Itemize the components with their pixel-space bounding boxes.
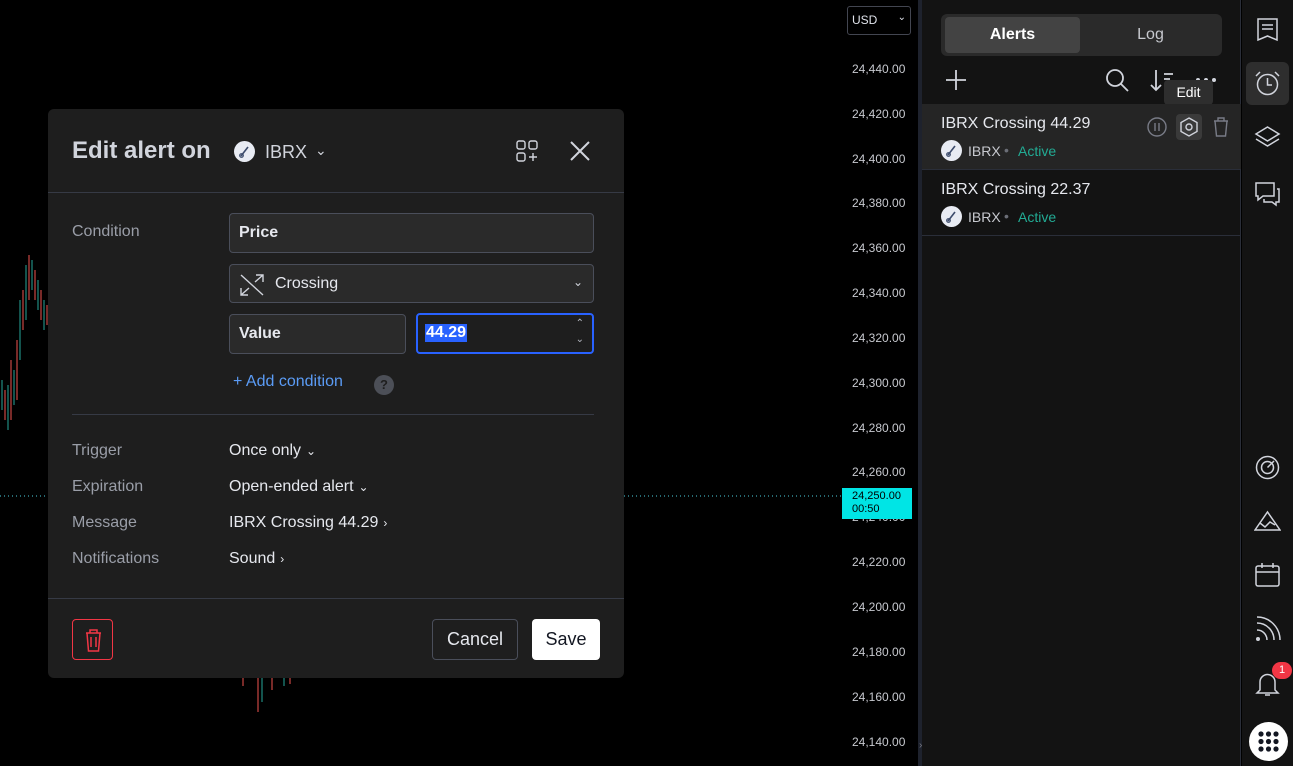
rss-icon[interactable] [1246, 608, 1289, 651]
divider [72, 414, 594, 415]
tab-log[interactable]: Log [1082, 17, 1219, 53]
dialog-title: Edit alert on [72, 137, 211, 164]
message-link[interactable]: IBRX Crossing 44.29 › [229, 514, 387, 532]
help-icon[interactable]: ? [374, 375, 394, 395]
plus-icon: + [233, 373, 243, 390]
bar-countdown: 00:50 [852, 503, 880, 515]
condition-operator-label: Crossing [275, 275, 339, 292]
price-tick: 24,180.00 [852, 645, 906, 659]
trigger-label: Trigger [72, 442, 123, 459]
notifications-value: Sound [229, 550, 276, 567]
alarm-clock-icon[interactable] [1246, 62, 1289, 105]
chevron-down-icon: ⌄ [358, 480, 369, 494]
dialog-footer: Cancel Save [48, 598, 624, 678]
trash-icon[interactable] [1208, 114, 1234, 140]
alert-symbol: IBRX [968, 209, 1001, 225]
separator-dot: • [1004, 208, 1009, 224]
alert-item[interactable]: IBRX Crossing 22.37 IBRX • Active [922, 170, 1241, 236]
layers-icon[interactable] [1246, 116, 1289, 159]
watchlist-icon[interactable] [1246, 8, 1289, 51]
symbol-logo-icon [941, 206, 962, 227]
delete-alert-button[interactable] [72, 619, 113, 660]
chevron-down-icon[interactable]: ⌄ [315, 142, 327, 159]
notifications-link[interactable]: Sound › [229, 550, 284, 568]
expiration-label: Expiration [72, 478, 144, 495]
chevron-right-icon: › [383, 516, 388, 530]
calendar-icon[interactable] [1246, 553, 1289, 596]
edit-alert-dialog: Edit alert on IBRX ⌄ Condition Price Cro… [48, 109, 624, 678]
add-condition-button[interactable]: + Add condition [233, 373, 343, 391]
price-tick: 24,400.00 [852, 152, 906, 166]
edit-tooltip: Edit [1164, 80, 1213, 105]
trigger-select[interactable]: Once only ⌄ [229, 442, 316, 460]
trash-icon [86, 629, 101, 652]
current-price: 24,250.00 [852, 490, 901, 502]
alert-title: IBRX Crossing 22.37 [941, 181, 1091, 198]
symbol-logo-icon [234, 141, 255, 162]
alert-status: Active [1018, 209, 1057, 225]
dialog-header: Edit alert on IBRX ⌄ [48, 109, 624, 193]
symbol-logo-icon [941, 140, 962, 161]
condition-operator-select[interactable]: Crossing ⌄ [229, 264, 594, 303]
price-tick: 24,300.00 [852, 376, 906, 390]
price-tick: 24,380.00 [852, 196, 906, 210]
right-sidebar: 1 [1242, 0, 1293, 766]
price-tick: 24,160.00 [852, 690, 906, 704]
price-tick: 24,280.00 [852, 421, 906, 435]
apps-grid-icon[interactable] [1249, 722, 1288, 761]
price-tick: 24,340.00 [852, 286, 906, 300]
chat-icon[interactable] [1246, 172, 1289, 215]
plus-icon[interactable] [942, 66, 970, 94]
increment-icon[interactable]: ⌃ [576, 318, 584, 329]
symbol-selector[interactable]: IBRX [265, 142, 307, 163]
condition-source-select[interactable]: Price [229, 213, 594, 253]
separator-dot: • [1004, 142, 1009, 158]
price-tick: 24,140.00 [852, 735, 906, 749]
condition-label: Condition [72, 223, 140, 240]
chevron-down-icon: ⌄ [572, 275, 583, 289]
price-tick: 24,360.00 [852, 241, 906, 255]
value-type-select[interactable]: Value [229, 314, 406, 354]
trigger-value: Once only [229, 442, 302, 459]
alert-title: IBRX Crossing 44.29 [941, 115, 1091, 132]
cancel-button[interactable]: Cancel [432, 619, 518, 660]
crossing-icon [240, 274, 264, 296]
expiration-value: Open-ended alert [229, 478, 354, 495]
pause-icon[interactable] [1144, 114, 1170, 140]
search-icon[interactable] [1103, 66, 1131, 94]
alerts-panel: Alerts Log Edit IBRX Crossing 44.29 IBRX… [922, 0, 1241, 766]
mountain-chart-icon[interactable] [1246, 500, 1289, 543]
alert-symbol: IBRX [968, 143, 1001, 159]
add-condition-label: Add condition [245, 373, 343, 390]
settings-icon[interactable] [1176, 114, 1202, 140]
value-input[interactable]: 44.29 ⌃ ⌄ [416, 313, 594, 354]
layout-grid-icon[interactable] [516, 140, 538, 162]
price-tick: 24,200.00 [852, 600, 906, 614]
alert-status: Active [1018, 143, 1057, 159]
message-label: Message [72, 514, 137, 531]
value-input-text: 44.29 [425, 324, 468, 342]
chevron-right-icon: › [280, 552, 285, 566]
gauge-icon[interactable] [1246, 446, 1289, 489]
price-tick: 24,220.00 [852, 555, 906, 569]
price-tick: 24,420.00 [852, 107, 906, 121]
panel-tabs: Alerts Log [941, 14, 1222, 56]
decrement-icon[interactable]: ⌄ [576, 334, 584, 345]
tab-alerts[interactable]: Alerts [945, 17, 1080, 53]
alert-item[interactable]: IBRX Crossing 44.29 IBRX • Active [922, 104, 1241, 170]
notification-badge: 1 [1272, 662, 1292, 679]
current-price-tag: 24,250.00 00:50 [842, 488, 912, 519]
bell-icon[interactable]: 1 [1246, 662, 1292, 705]
close-icon[interactable] [568, 139, 592, 163]
message-value: IBRX Crossing 44.29 [229, 514, 379, 531]
price-tick: 24,260.00 [852, 465, 906, 479]
price-tick: 24,440.00 [852, 62, 906, 76]
save-button[interactable]: Save [532, 619, 600, 660]
notifications-label: Notifications [72, 550, 160, 567]
expiration-select[interactable]: Open-ended alert ⌄ [229, 478, 369, 496]
app-root: USD ⌄ 24,440.00 24,420.00 24,400.00 24,3… [0, 0, 1293, 766]
price-axis[interactable]: 24,440.00 24,420.00 24,400.00 24,380.00 … [842, 0, 918, 766]
chevron-down-icon: ⌄ [306, 444, 317, 458]
price-tick: 24,320.00 [852, 331, 906, 345]
